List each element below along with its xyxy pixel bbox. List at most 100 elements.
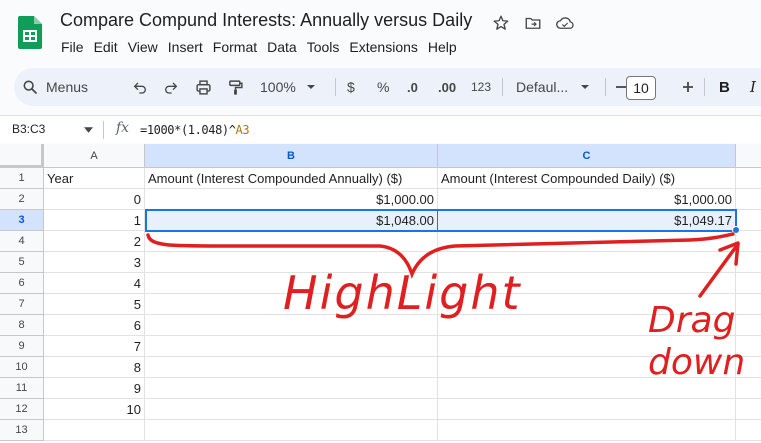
increase-decimal-button[interactable]: .00	[438, 68, 456, 106]
undo-icon	[133, 82, 146, 94]
print-icon	[196, 79, 211, 95]
cell-b13[interactable]	[145, 420, 438, 441]
menu-format[interactable]: Format	[208, 39, 262, 55]
row-header-2[interactable]: 2	[0, 189, 44, 210]
paint-format-button[interactable]	[227, 68, 244, 106]
cell-b12[interactable]	[145, 399, 438, 420]
menu-edit[interactable]: Edit	[89, 39, 123, 55]
column-header-d[interactable]	[736, 144, 761, 168]
row-header-6[interactable]: 6	[0, 273, 44, 294]
fx-icon: fx	[116, 120, 130, 136]
cell-b1[interactable]: Amount (Interest Compounded Annually) ($…	[145, 168, 438, 189]
cell-b3[interactable]: $1,048.00	[145, 210, 438, 231]
cell-c1[interactable]: Amount (Interest Compounded Daily) ($)	[438, 168, 736, 189]
menu-help[interactable]: Help	[423, 39, 462, 55]
cell-d5[interactable]	[736, 252, 761, 273]
search-icon	[23, 80, 37, 94]
cell-c12[interactable]	[438, 399, 736, 420]
column-header-c[interactable]: C	[438, 144, 736, 168]
cell-d4[interactable]	[736, 231, 761, 252]
row-header-4[interactable]: 4	[0, 231, 44, 252]
percent-format-button[interactable]: %	[377, 68, 389, 106]
toolbar-divider	[605, 78, 606, 96]
select-all-corner[interactable]	[0, 144, 44, 168]
chevron-down-icon	[581, 85, 590, 89]
cell-c13[interactable]	[438, 420, 736, 441]
formula-input[interactable]: =1000*(1.048)^A3	[140, 123, 250, 137]
column-header-b[interactable]: B	[145, 144, 438, 168]
row-header-8[interactable]: 8	[0, 315, 44, 336]
row-header-1[interactable]: 1	[0, 168, 44, 189]
document-title[interactable]: Compare Compund Interests: Annually vers…	[60, 10, 472, 31]
increase-font-size-button[interactable]	[682, 68, 694, 106]
decrease-decimal-button[interactable]: .0	[407, 68, 418, 106]
row-header-13[interactable]: 13	[0, 420, 44, 441]
row-header-12[interactable]: 12	[0, 399, 44, 420]
row-header-11[interactable]: 11	[0, 378, 44, 399]
cell-a5[interactable]: 3	[44, 252, 145, 273]
cell-a4[interactable]: 2	[44, 231, 145, 252]
move-folder-icon[interactable]	[522, 12, 544, 34]
row-header-5[interactable]: 5	[0, 252, 44, 273]
cell-d1[interactable]	[736, 168, 761, 189]
cell-b10[interactable]	[145, 357, 438, 378]
cell-a7[interactable]: 5	[44, 294, 145, 315]
cell-a13[interactable]	[44, 420, 145, 441]
cell-a1[interactable]: Year	[44, 168, 145, 189]
formula-main: =1000*(1.048)^	[140, 123, 236, 137]
redo-button[interactable]	[163, 68, 179, 106]
undo-button[interactable]	[132, 68, 148, 106]
cell-a12[interactable]: 10	[44, 399, 145, 420]
number-format-button[interactable]: 123	[471, 68, 491, 106]
bold-button[interactable]: B	[719, 68, 730, 106]
column-header-a[interactable]: A	[44, 144, 145, 168]
zoom-select[interactable]: 100%	[260, 68, 316, 106]
name-box[interactable]: B3:C3	[12, 122, 45, 136]
menu-extensions[interactable]: Extensions	[344, 39, 422, 55]
font-size-input[interactable]: 10	[626, 76, 656, 100]
cell-a8[interactable]: 6	[44, 315, 145, 336]
star-icon[interactable]	[490, 12, 512, 34]
cell-a3[interactable]: 1	[44, 210, 145, 231]
google-sheets-logo[interactable]	[18, 16, 42, 49]
menu-insert[interactable]: Insert	[163, 39, 208, 55]
cloud-saved-icon[interactable]	[554, 12, 576, 34]
row-header-9[interactable]: 9	[0, 336, 44, 357]
cell-d13[interactable]	[736, 420, 761, 441]
menu-file[interactable]: File	[56, 39, 89, 55]
cell-a11[interactable]: 9	[44, 378, 145, 399]
annotation-drag: Drag	[648, 300, 736, 341]
zoom-value: 100%	[260, 79, 296, 95]
chevron-down-icon[interactable]	[84, 127, 93, 133]
cell-a2[interactable]: 0	[44, 189, 145, 210]
row-header-3[interactable]: 3	[0, 210, 44, 231]
cell-a6[interactable]: 4	[44, 273, 145, 294]
fill-handle[interactable]	[732, 226, 740, 234]
cell-a9[interactable]: 7	[44, 336, 145, 357]
currency-format-button[interactable]: $	[347, 68, 355, 106]
cell-d7[interactable]	[736, 294, 761, 315]
cell-a10[interactable]: 8	[44, 357, 145, 378]
cell-d8[interactable]	[736, 315, 761, 336]
cell-c4[interactable]	[438, 231, 736, 252]
cell-d6[interactable]	[736, 273, 761, 294]
cell-c2[interactable]: $1,000.00	[438, 189, 736, 210]
cell-b2[interactable]: $1,000.00	[145, 189, 438, 210]
row-header-10[interactable]: 10	[0, 357, 44, 378]
menu-tools[interactable]: Tools	[302, 39, 345, 55]
formula-ref: A3	[235, 123, 250, 137]
cell-d12[interactable]	[736, 399, 761, 420]
cell-b4[interactable]	[145, 231, 438, 252]
cell-c3[interactable]: $1,049.17	[438, 210, 736, 231]
cell-b9[interactable]	[145, 336, 438, 357]
font-value: Defaul...	[516, 79, 569, 95]
italic-button[interactable]: I	[750, 68, 756, 106]
row-header-7[interactable]: 7	[0, 294, 44, 315]
cell-d2[interactable]	[736, 189, 761, 210]
menu-view[interactable]: View	[123, 39, 163, 55]
print-button[interactable]	[195, 68, 212, 106]
font-select[interactable]: Defaul...	[516, 68, 590, 106]
menu-data[interactable]: Data	[262, 39, 302, 55]
search-menus-button[interactable]: Menus	[22, 68, 88, 106]
cell-b11[interactable]	[145, 378, 438, 399]
